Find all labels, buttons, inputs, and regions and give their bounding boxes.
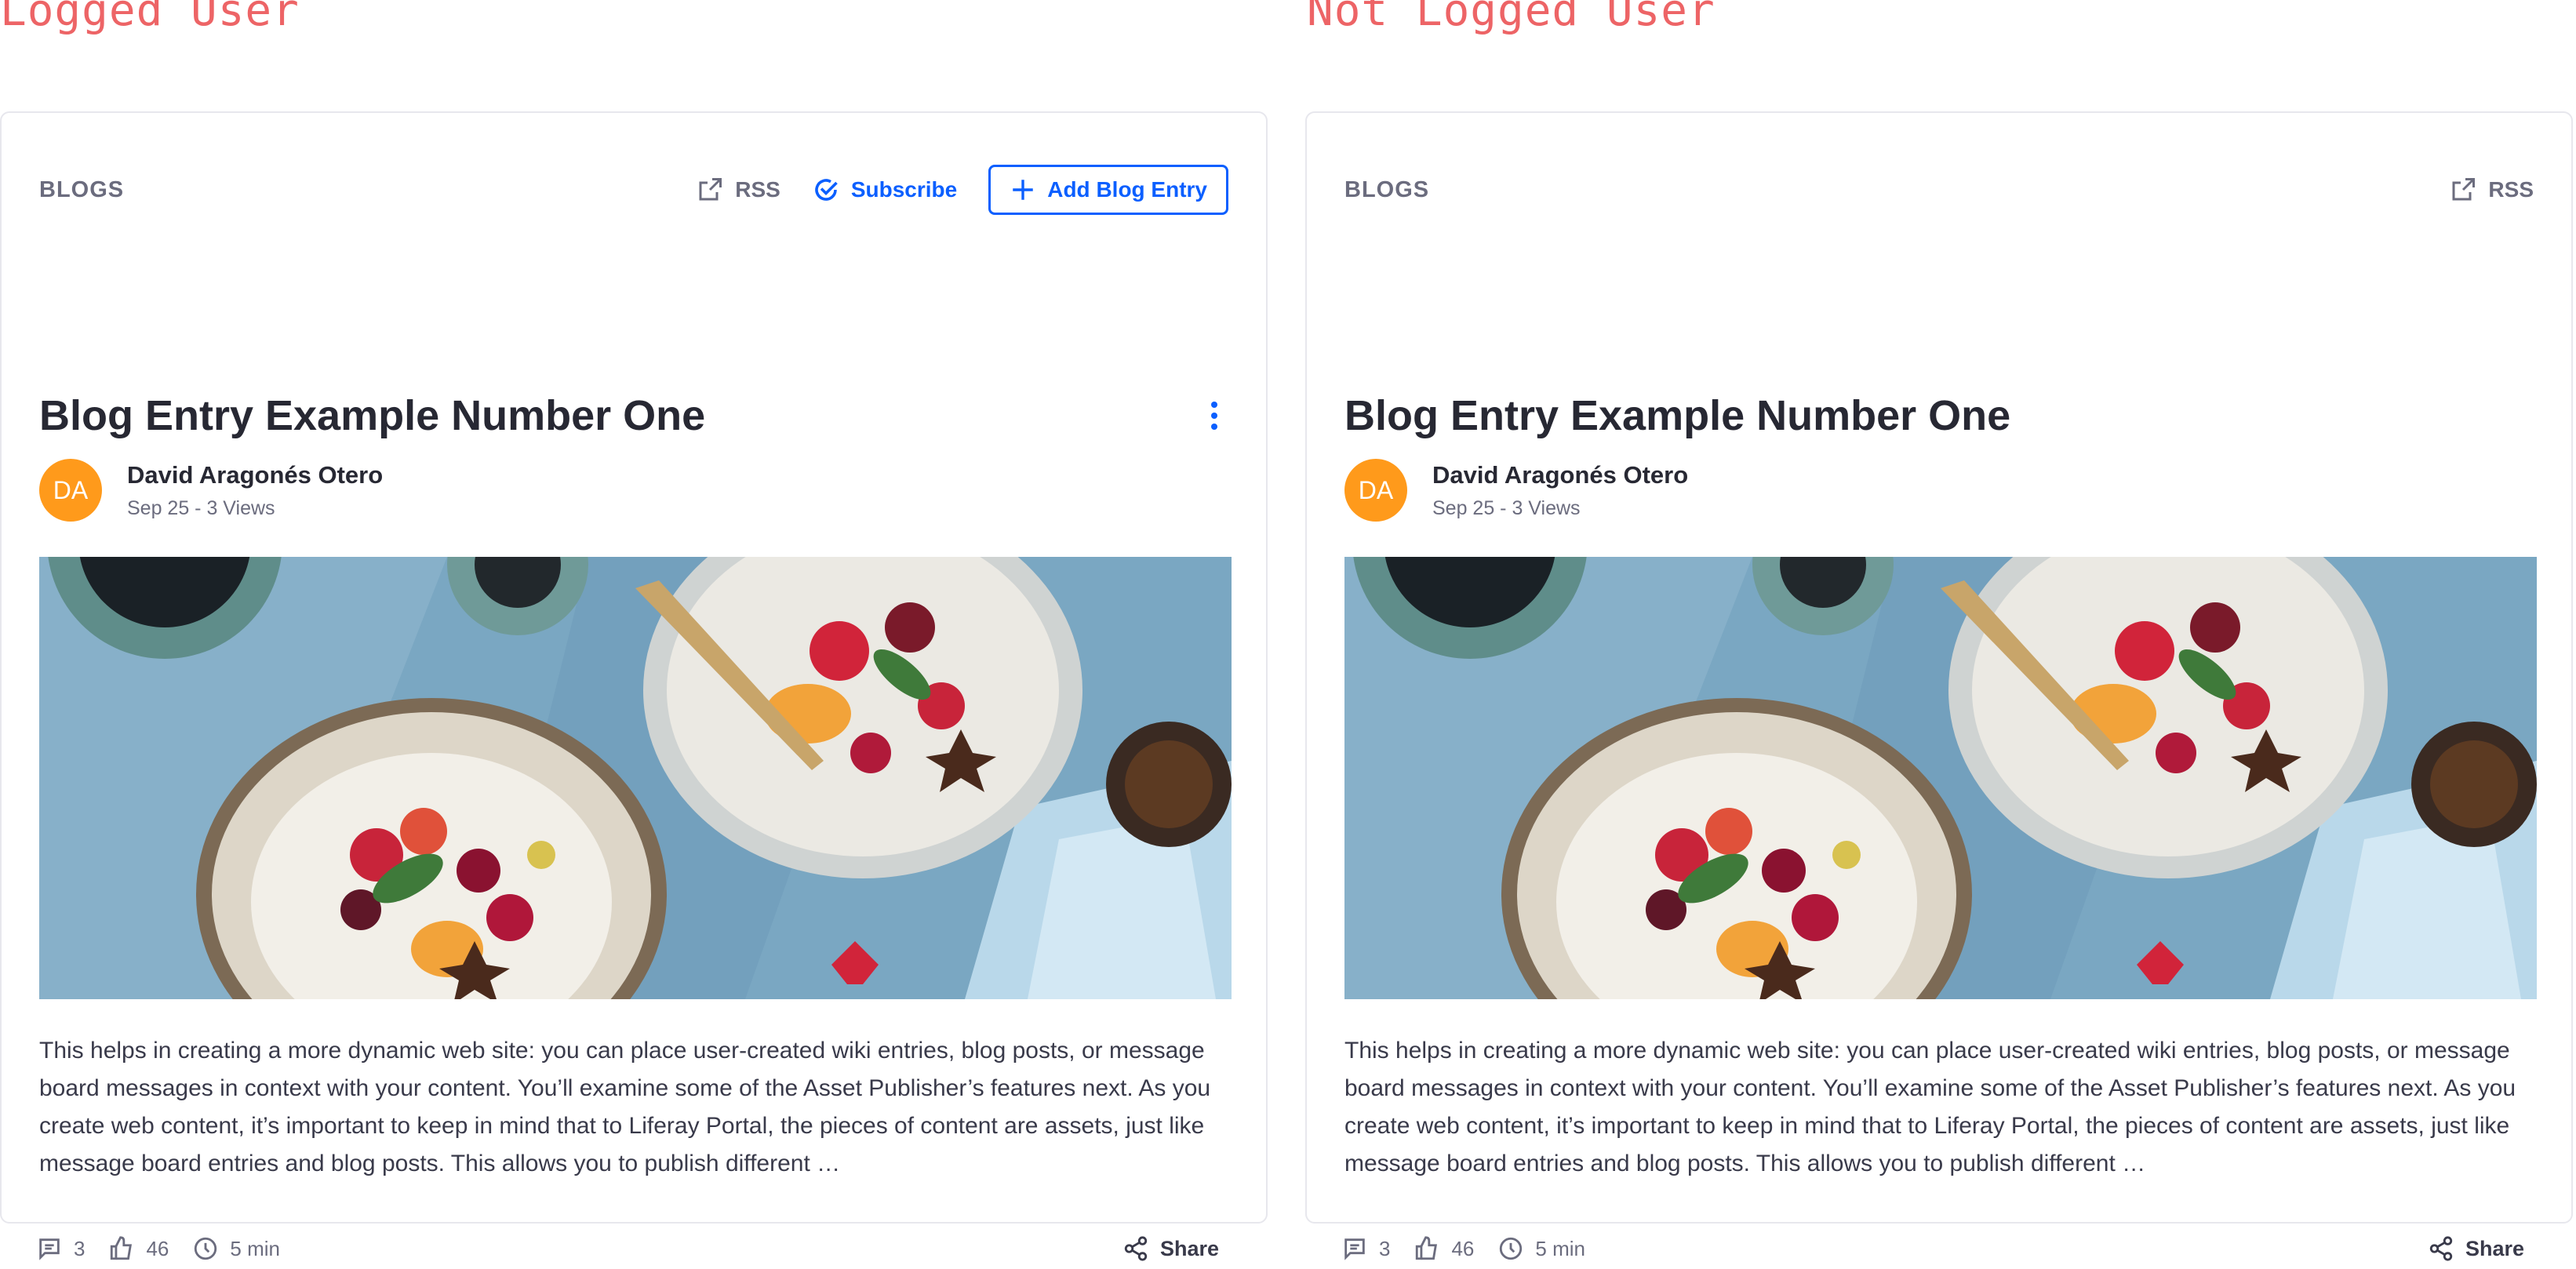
thumbs-up-icon: [1414, 1235, 1440, 1262]
reading-time-stat: 5 min: [1497, 1235, 1585, 1262]
likes-count: 46: [146, 1236, 169, 1260]
entry-stats: 3 46 5 min: [36, 1235, 1122, 1262]
author-row: DA David Aragonés Otero Sep 25 - 3 Views: [39, 458, 383, 522]
header-actions: RSS: [2449, 176, 2534, 204]
share-label: Share: [2465, 1236, 2524, 1260]
entry-title[interactable]: Blog Entry Example Number One: [1344, 391, 2534, 440]
external-link-icon: [696, 176, 724, 204]
entry-title[interactable]: Blog Entry Example Number One: [39, 391, 1200, 440]
likes-stat[interactable]: 46: [108, 1235, 169, 1262]
external-link-icon: [2449, 176, 2477, 204]
comments-stat[interactable]: 3: [36, 1235, 85, 1262]
thumbs-up-icon: [108, 1235, 135, 1262]
entry-excerpt: This helps in creating a more dynamic we…: [39, 1038, 1211, 1176]
logged-user-caption: Logged User: [0, 0, 300, 36]
comments-stat[interactable]: 3: [1341, 1235, 1390, 1262]
entry-title-row: Blog Entry Example Number One: [39, 384, 1228, 447]
share-label: Share: [1159, 1236, 1219, 1260]
author-meta: David Aragonés Otero Sep 25 - 3 Views: [1432, 461, 1688, 520]
comments-count: 3: [74, 1236, 86, 1260]
author-meta: David Aragonés Otero Sep 25 - 3 Views: [127, 461, 383, 520]
not-logged-user-caption: Not Logged User: [1307, 0, 1716, 36]
rss-button[interactable]: RSS: [2449, 176, 2534, 204]
plus-icon: [1010, 176, 1036, 203]
entry-excerpt: This helps in creating a more dynamic we…: [1344, 1038, 2516, 1176]
entry-title-row: Blog Entry Example Number One: [1344, 384, 2534, 447]
check-circle-icon: [812, 176, 840, 204]
card-header: BLOGS RSS Subscribe Add Blog Entry: [39, 160, 1228, 220]
blog-card-logged: BLOGS RSS Subscribe Add Blog Entry Blog …: [0, 111, 1268, 1261]
avatar[interactable]: DA: [1344, 459, 1407, 522]
rss-button[interactable]: RSS: [696, 176, 780, 204]
subscribe-label: Subscribe: [850, 177, 958, 202]
rss-label: RSS: [2488, 177, 2534, 202]
clock-icon: [1497, 1235, 1524, 1262]
header-actions: RSS Subscribe Add Blog Entry: [696, 165, 1228, 215]
likes-count: 46: [1451, 1236, 1475, 1260]
card-footer: 3 46 5 min Share: [36, 1228, 1219, 1269]
blog-card-not-logged: BLOGS RSS Blog Entry Example Number One …: [1305, 111, 2573, 1261]
rss-label: RSS: [735, 177, 780, 202]
reading-time: 5 min: [1535, 1236, 1585, 1260]
entry-stats: 3 46 5 min: [1341, 1235, 2428, 1262]
subscribe-button[interactable]: Subscribe: [812, 176, 957, 204]
reading-time-stat: 5 min: [192, 1235, 280, 1262]
section-label: BLOGS: [1344, 176, 1430, 202]
card-footer: 3 46 5 min Share: [1341, 1228, 2524, 1269]
add-blog-entry-label: Add Blog Entry: [1047, 177, 1207, 202]
avatar[interactable]: DA: [39, 459, 102, 522]
hero-image[interactable]: [1344, 557, 2537, 999]
share-button[interactable]: Share: [1122, 1235, 1219, 1262]
ellipsis-vertical-icon[interactable]: [1200, 395, 1228, 436]
section-label: BLOGS: [39, 176, 125, 202]
reading-time: 5 min: [230, 1236, 280, 1260]
likes-stat[interactable]: 46: [1414, 1235, 1474, 1262]
post-meta: Sep 25 - 3 Views: [127, 496, 275, 519]
comments-count: 3: [1379, 1236, 1391, 1260]
comment-icon: [1341, 1235, 1368, 1262]
comment-icon: [36, 1235, 63, 1262]
card-header: BLOGS RSS: [1344, 160, 2534, 220]
share-icon: [2428, 1235, 2454, 1262]
share-icon: [1122, 1235, 1149, 1262]
clock-icon: [192, 1235, 219, 1262]
author-row: DA David Aragonés Otero Sep 25 - 3 Views: [1344, 458, 1688, 522]
post-meta: Sep 25 - 3 Views: [1432, 496, 1581, 519]
author-name[interactable]: David Aragonés Otero: [127, 461, 383, 489]
author-name[interactable]: David Aragonés Otero: [1432, 461, 1688, 489]
add-blog-entry-button[interactable]: Add Blog Entry: [988, 165, 1228, 215]
hero-image[interactable]: [39, 557, 1232, 999]
share-button[interactable]: Share: [2428, 1235, 2524, 1262]
